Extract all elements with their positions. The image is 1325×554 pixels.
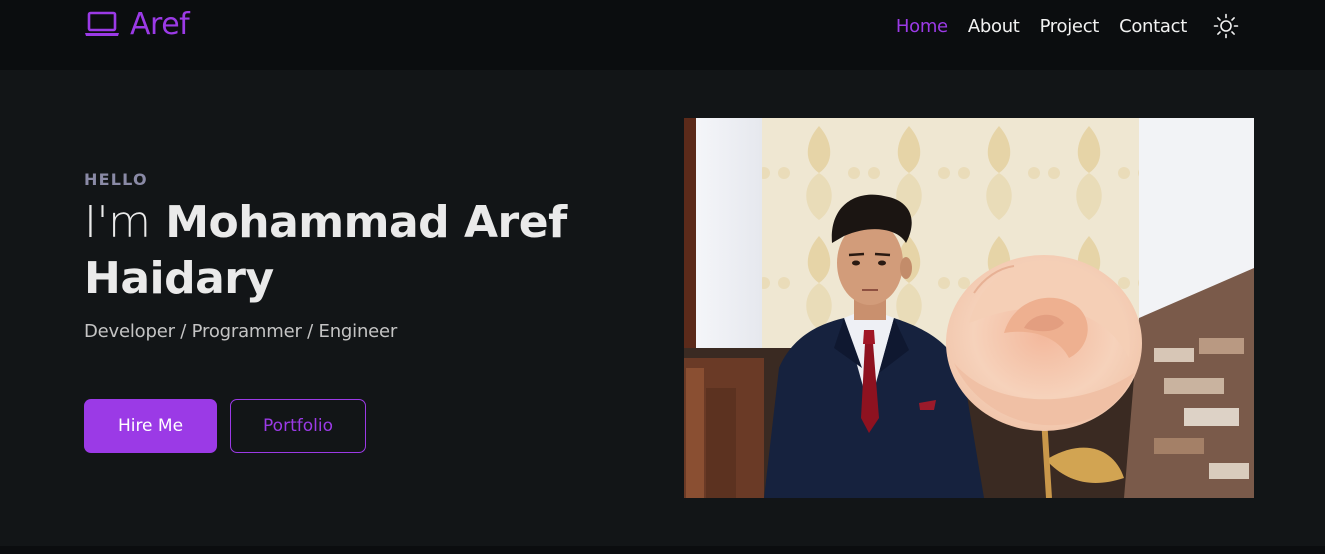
profile-photo [684,118,1254,498]
hero-eyebrow: HELLO [84,170,148,189]
brand-logo[interactable]: Aref [84,4,190,44]
hero-heading: I'm Mohammad Aref Haidary [84,195,604,307]
nav-project[interactable]: Project [1040,16,1100,37]
hero-intro: I'm [84,197,151,248]
navbar: Aref Home About Project Contact [0,0,1325,70]
hero-text: HELLO I'm Mohammad Aref Haidary Develope… [84,170,604,342]
theme-toggle-button[interactable] [1213,13,1239,39]
brand-name: Aref [130,6,190,42]
sun-icon [1213,13,1239,39]
main-nav: Home About Project Contact [896,13,1239,39]
nav-home[interactable]: Home [896,16,948,37]
hero-name: Mohammad Aref Haidary [84,197,567,304]
portfolio-button[interactable]: Portfolio [230,399,366,453]
laptop-icon [85,11,119,36]
nav-about[interactable]: About [968,16,1020,37]
hero-buttons: Hire Me Portfolio [84,399,366,453]
hero-roles: Developer / Programmer / Engineer [84,321,398,342]
hire-me-button[interactable]: Hire Me [84,399,217,453]
nav-contact[interactable]: Contact [1119,16,1187,37]
section-divider [0,546,1325,554]
